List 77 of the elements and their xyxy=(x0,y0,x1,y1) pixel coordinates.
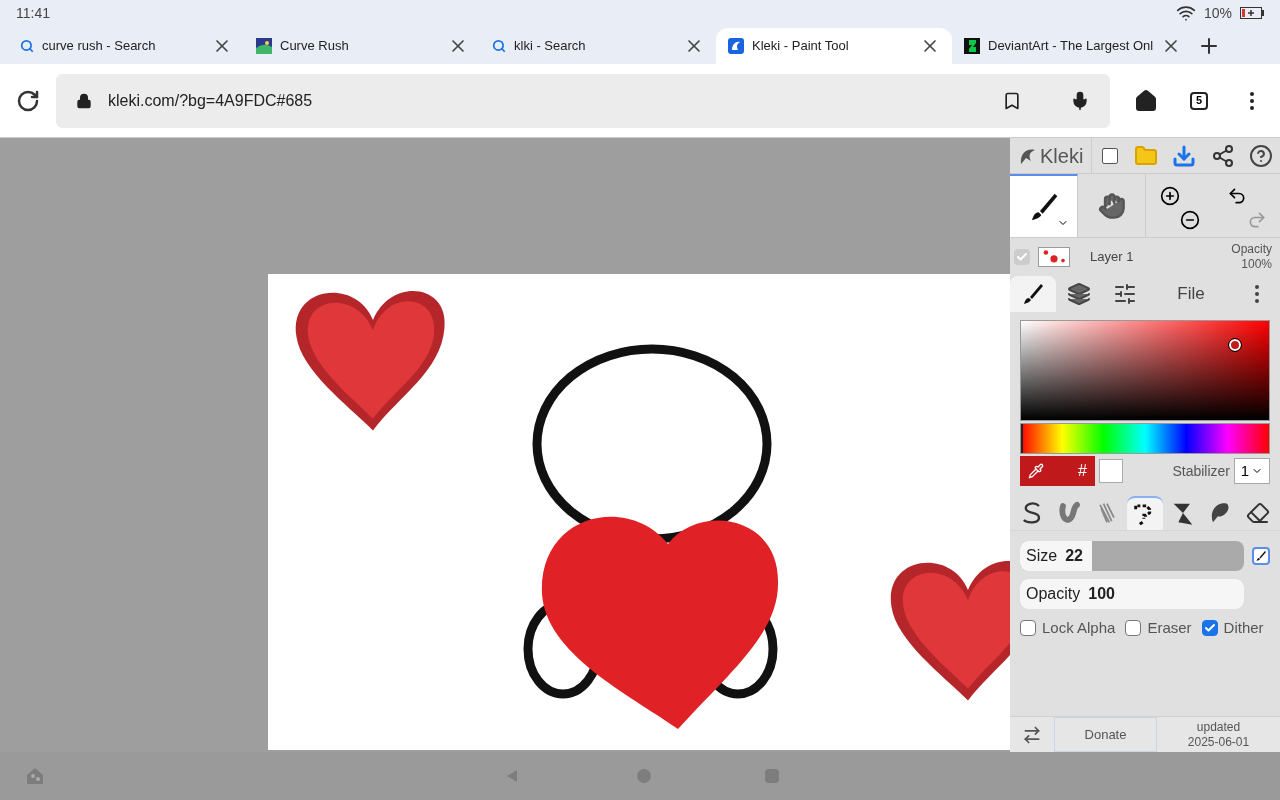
brush-icon xyxy=(1021,282,1045,306)
secondary-color-swatch[interactable] xyxy=(1099,459,1123,483)
hand-icon xyxy=(1097,191,1126,220)
hue-slider[interactable] xyxy=(1020,423,1270,454)
updated-date: 2025-06-01 xyxy=(1187,734,1250,750)
pressure-toggle[interactable] xyxy=(1252,547,1270,565)
checkbox[interactable] xyxy=(1125,620,1142,637)
layers-icon xyxy=(1067,282,1091,306)
layer-thumbnail xyxy=(1038,247,1070,267)
zoom-out-icon[interactable] xyxy=(1179,209,1200,230)
check-icon xyxy=(1203,622,1216,635)
slider-track[interactable]: Size 22 xyxy=(1020,541,1244,571)
search-icon xyxy=(20,39,34,53)
tab-title: DeviantArt - The Largest Onl xyxy=(988,37,1154,56)
slider-value: 100 xyxy=(1088,584,1115,604)
battery-level: 10% xyxy=(1203,3,1232,23)
tab-title: curve rush - Search xyxy=(42,37,157,56)
sliders-icon xyxy=(1113,282,1137,306)
address-field[interactable]: kleki.com/?bg=4A9FDC#685 xyxy=(56,73,1110,128)
donate-button[interactable]: Donate xyxy=(1054,717,1157,752)
eyedropper-icon[interactable] xyxy=(1028,463,1044,479)
mic-icon[interactable] xyxy=(1070,90,1090,111)
stabilizer-label: Stabilizer xyxy=(1172,461,1230,481)
url-text: kleki.com/?bg=4A9FDC#685 xyxy=(108,90,314,111)
lock-icon xyxy=(76,92,92,109)
reload-icon[interactable] xyxy=(16,88,40,113)
checkbox-label: Dither xyxy=(1223,618,1264,638)
browser-tab[interactable]: Kleki - Paint Tool xyxy=(716,28,952,64)
tab-count[interactable]: 5 xyxy=(1190,91,1208,110)
checkbox-label: Eraser xyxy=(1147,618,1192,638)
tab-title: Curve Rush xyxy=(280,37,350,56)
layer-name: Layer 1 xyxy=(1090,248,1135,267)
bookmark-icon[interactable] xyxy=(1002,90,1022,111)
browser-tab[interactable]: Curve Rush xyxy=(244,28,480,64)
share-icon[interactable] xyxy=(1210,143,1235,168)
checkbox[interactable] xyxy=(1020,620,1036,637)
updated-label: updated xyxy=(1196,719,1241,735)
tab-title: klki - Search xyxy=(514,37,587,56)
battery-icon xyxy=(1240,7,1264,19)
app-icon xyxy=(964,38,980,54)
app-icon xyxy=(728,38,744,54)
brush-type-tab[interactable] xyxy=(1126,496,1163,530)
slider-label: Size xyxy=(1026,546,1058,566)
color-cursor[interactable] xyxy=(1229,339,1241,351)
layer-visibility-checkbox[interactable] xyxy=(1014,249,1030,265)
clock: 11:41 xyxy=(16,3,50,23)
game-icon xyxy=(256,38,272,54)
more-icon xyxy=(1255,285,1259,303)
checkbox-label: Lock Alpha xyxy=(1042,618,1116,638)
tab-title: Kleki - Paint Tool xyxy=(752,37,850,56)
check-icon xyxy=(1016,251,1028,263)
browser-tab[interactable]: curve rush - Search xyxy=(8,28,244,64)
undo-icon[interactable] xyxy=(1226,185,1247,206)
browser-tab[interactable]: klki - Search xyxy=(480,28,716,64)
swap-icon[interactable] xyxy=(1022,724,1042,745)
color-field[interactable] xyxy=(1020,320,1270,421)
opacity-value: 100% xyxy=(1241,257,1272,272)
pen-icon xyxy=(1255,550,1267,562)
app-name: Kleki xyxy=(1040,143,1084,169)
home-icon[interactable] xyxy=(1134,88,1158,113)
checkbox[interactable] xyxy=(1201,620,1218,637)
eraser-icon xyxy=(1245,501,1270,525)
brush-tool-button[interactable] xyxy=(1010,174,1078,237)
search-icon xyxy=(492,39,506,53)
download-icon[interactable] xyxy=(1172,143,1197,168)
slider-label: Opacity xyxy=(1026,584,1081,604)
stabilizer-select[interactable]: 1 xyxy=(1234,458,1270,484)
slider-track[interactable]: Opacity 100 xyxy=(1020,579,1244,609)
wifi-icon xyxy=(1175,3,1196,23)
browser-tab[interactable]: DeviantArt - The Largest Onl xyxy=(952,28,1194,64)
panel-tab[interactable]: File xyxy=(1148,276,1234,312)
opacity-label: Opacity xyxy=(1231,242,1272,257)
slider-value: 22 xyxy=(1065,546,1083,566)
hex-button[interactable]: # xyxy=(1078,459,1087,483)
brush-tab[interactable] xyxy=(1010,276,1056,312)
zoom-in-icon[interactable] xyxy=(1159,185,1180,206)
help-icon[interactable] xyxy=(1248,143,1273,168)
